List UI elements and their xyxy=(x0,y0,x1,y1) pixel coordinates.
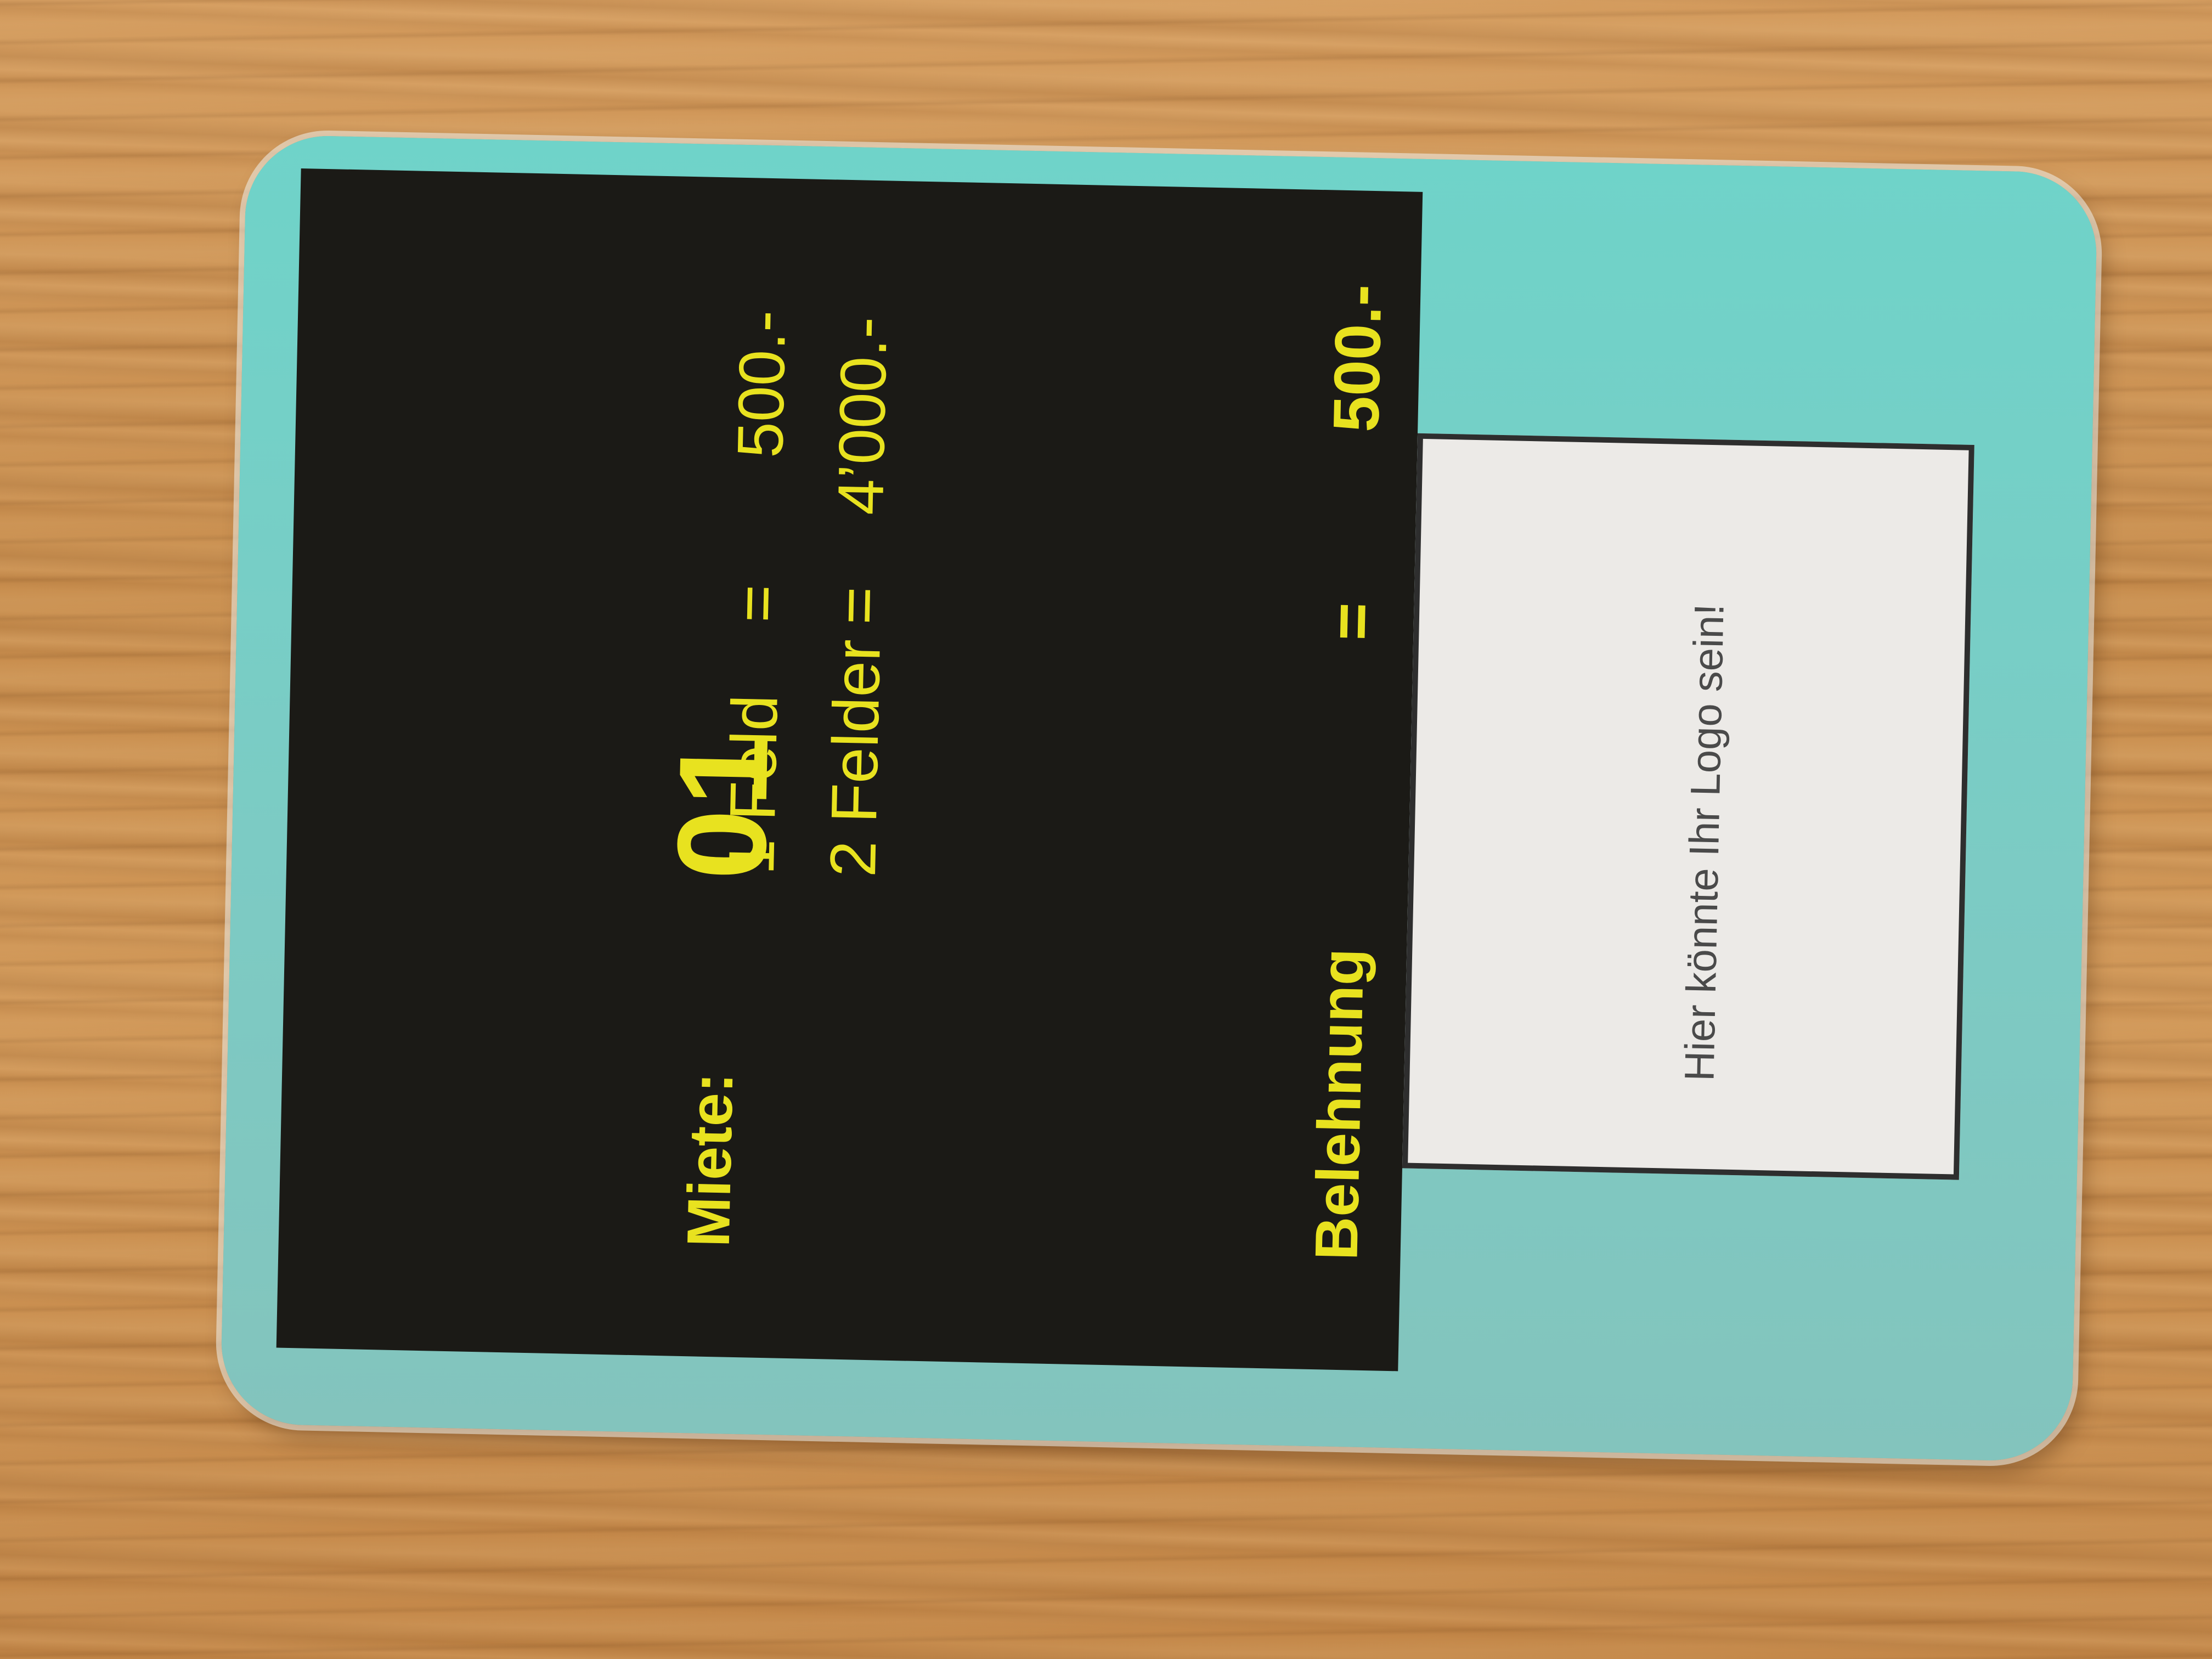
rent-row-2-equals: = xyxy=(822,586,895,625)
rent-row-1-value: 500.- xyxy=(724,309,800,459)
rent-row-2-value: 4’000.- xyxy=(824,316,901,516)
logo-placeholder-text: Hier könnte Ihr Logo sein! xyxy=(1676,603,1733,1082)
property-card: 01 Miete: 1 Feld = 500.- 2 Felder = 4’00… xyxy=(219,134,2098,1463)
rent-row-1-name: 1 Feld xyxy=(715,694,792,876)
loan-equals: = xyxy=(1316,602,1389,641)
loan-label: Belehnung xyxy=(1302,947,1377,1261)
rent-row-2-name: 2 Felder xyxy=(816,639,894,878)
rent-row-1-equals: = xyxy=(720,584,794,623)
loan-value: 500.- xyxy=(1320,284,1396,433)
rent-label: Miete: xyxy=(674,1071,746,1248)
